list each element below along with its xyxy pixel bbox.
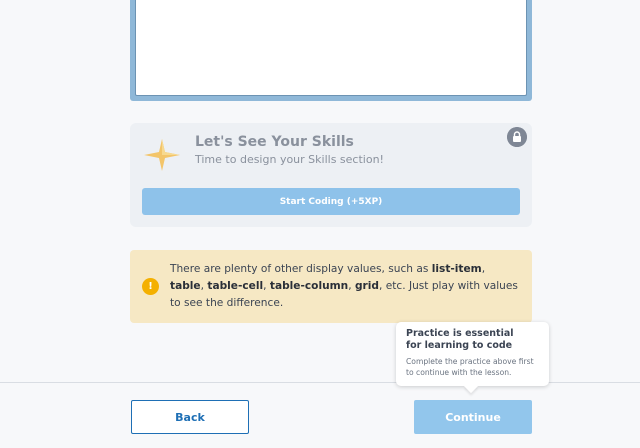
note-separator: , [263,280,270,292]
code-preview-frame [130,0,532,101]
practice-lesson-card: Let's See Your Skills Time to design you… [130,123,532,227]
note-term: table-column [269,280,349,292]
card-title: Let's See Your Skills [195,134,354,150]
start-coding-button[interactable]: Start Coding (+5XP) [142,188,520,215]
back-button[interactable]: Back [131,400,249,434]
lock-icon [507,127,527,147]
note-term: list-item [431,263,482,275]
code-preview-output [135,0,527,96]
note-separator: , [348,280,355,292]
info-note: ! There are plenty of other display valu… [130,250,532,323]
tooltip-body: Complete the practice above first to con… [406,357,534,377]
note-term: table [170,280,201,292]
warning-icon: ! [142,278,159,295]
continue-tooltip: Practice is essential for learning to co… [396,322,549,386]
tooltip-title: Practice is essential for learning to co… [406,328,514,351]
note-term: table-cell [207,280,264,292]
note-term: grid [354,280,379,292]
note-text: There are plenty of other display values… [170,261,522,312]
continue-button[interactable]: Continue [414,400,532,434]
note-separator: , [481,263,486,275]
card-subtitle: Time to design your Skills section! [195,153,384,166]
star-icon [144,139,180,171]
note-text-part: There are plenty of other display values… [170,263,432,275]
